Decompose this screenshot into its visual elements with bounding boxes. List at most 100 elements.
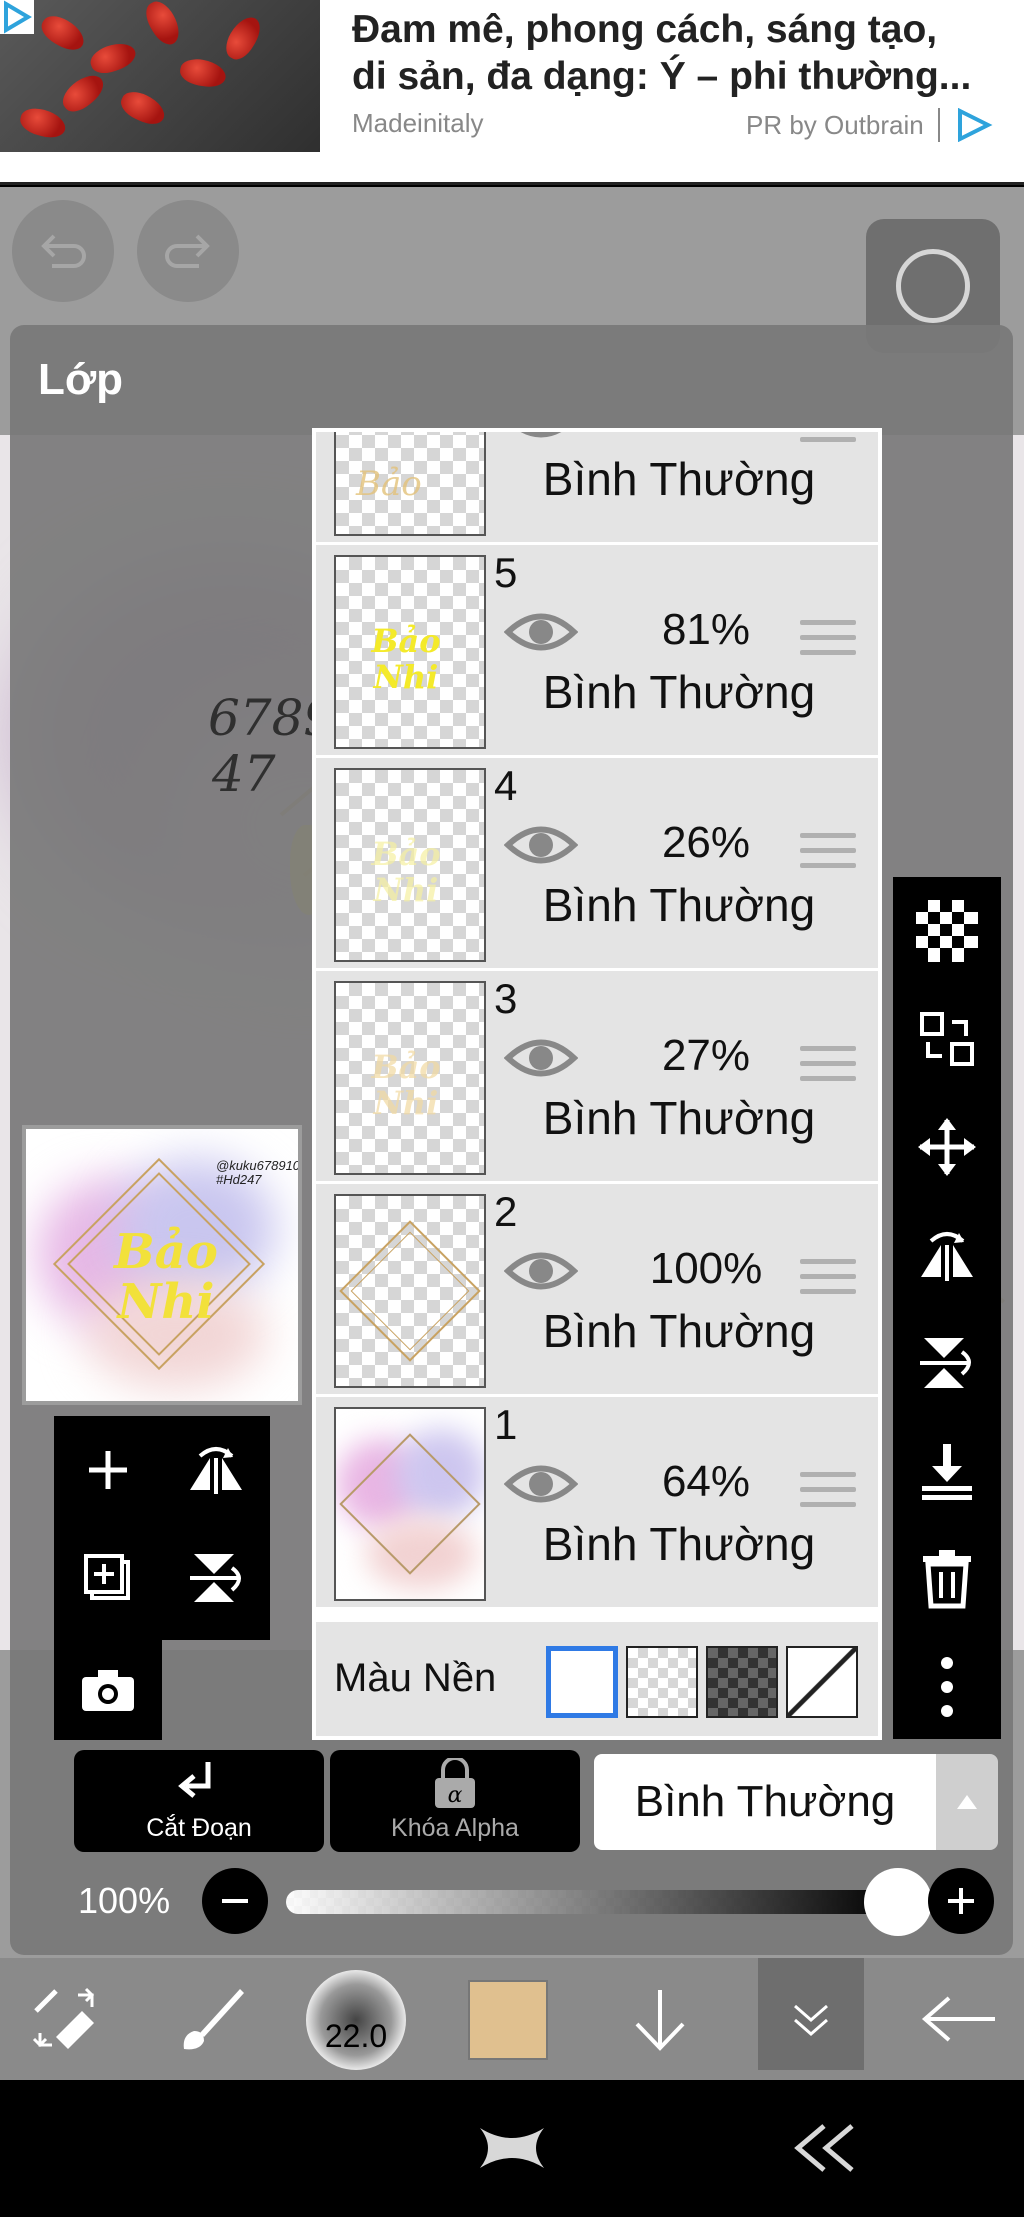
ad-banner[interactable]: Đam mê, phong cách, sáng tạo, di sản, đa… (0, 0, 1024, 185)
scroll-down-button[interactable] (610, 1958, 710, 2080)
layer-row[interactable]: Bảo 63% Bình Thường (316, 428, 878, 545)
menu-icon[interactable] (800, 1259, 856, 1304)
background-label: Màu Nền (334, 1656, 497, 1700)
svg-text:α: α (448, 1783, 463, 1808)
outbrain-icon[interactable] (954, 108, 994, 142)
layer-number: 4 (494, 762, 518, 809)
more-icon (941, 1657, 953, 1717)
layer-thumbnail[interactable]: Bảo (334, 432, 486, 536)
transparency-button[interactable] (893, 877, 1001, 985)
clipping-button[interactable]: Cắt Đoạn (74, 1750, 324, 1852)
transform-icon (920, 1012, 974, 1066)
eye-icon[interactable] (504, 1459, 578, 1509)
bg-none-swatch[interactable] (786, 1646, 858, 1718)
menu-icon[interactable] (800, 1046, 856, 1091)
layer-blend-mode[interactable]: Bình Thường (494, 665, 864, 719)
ad-headline-line1[interactable]: Đam mê, phong cách, sáng tạo, (352, 6, 1012, 53)
layer-blend-mode[interactable]: Bình Thường (494, 1304, 864, 1358)
layer-blend-mode[interactable]: Bình Thường (494, 1091, 864, 1145)
add-layer-button[interactable] (54, 1416, 162, 1524)
layer-number: 5 (494, 549, 518, 596)
add-copy-button[interactable] (54, 1524, 162, 1632)
opacity-slider-handle[interactable] (864, 1868, 932, 1936)
menu-icon[interactable] (800, 833, 856, 878)
eye-icon[interactable] (504, 1246, 578, 1296)
more-options-button[interactable] (893, 1633, 1001, 1741)
flip-layer-h-button[interactable] (162, 1416, 270, 1524)
layer-opacity[interactable]: 100% (606, 1244, 806, 1294)
eye-icon[interactable] (504, 428, 578, 444)
blend-mode-dropdown-button[interactable] (936, 1754, 998, 1850)
undo-button[interactable] (12, 200, 114, 302)
left-tools (54, 1416, 270, 1640)
panel-title: Lớp (38, 355, 124, 404)
double-chevron-left-icon[interactable] (790, 2120, 860, 2176)
layer-row[interactable]: Bảo Nhi 4 26% Bình Thường (316, 758, 878, 971)
right-tools (893, 877, 1001, 1739)
collapse-button[interactable] (758, 1958, 864, 2070)
merge-down-button[interactable] (893, 1417, 1001, 1525)
bg-white-swatch[interactable] (546, 1646, 618, 1718)
menu-icon[interactable] (800, 620, 856, 665)
opacity-slider[interactable] (286, 1890, 898, 1914)
layer-number: 3 (494, 975, 518, 1022)
adchoices-icon[interactable] (0, 0, 34, 34)
layer-blend-mode[interactable]: Bình Thường (494, 452, 864, 506)
lock-icon: α (435, 1758, 475, 1808)
canvas-preview[interactable]: Bảo Nhi @kuku678910 #Hd247 (22, 1125, 302, 1405)
layer-row[interactable]: 1 64% Bình Thường (316, 1397, 878, 1610)
layer-row[interactable]: Bảo Nhi 3 27% Bình Thường (316, 971, 878, 1184)
transform-button[interactable] (893, 985, 1001, 1093)
arrow-down-icon (635, 1990, 685, 2051)
layer-row[interactable]: 2 100% Bình Thường (316, 1184, 878, 1397)
redo-button[interactable] (137, 200, 239, 302)
ad-image[interactable] (0, 0, 320, 152)
opacity-decrease-button[interactable] (202, 1868, 268, 1934)
add-copy-icon (84, 1554, 130, 1600)
blend-mode-select[interactable]: Bình Thường (594, 1754, 936, 1850)
flip-horizontal-button[interactable] (893, 1201, 1001, 1309)
opacity-increase-button[interactable] (928, 1868, 994, 1934)
ad-headline-line2[interactable]: di sản, đa dạng: Ý – phi thường... (352, 53, 1012, 100)
add-layer-icon (89, 1451, 127, 1489)
layer-thumbnail[interactable] (334, 1407, 486, 1601)
layer-row[interactable]: Bảo Nhi 5 81% Bình Thường (316, 545, 878, 758)
layer-thumbnail[interactable]: Bảo Nhi (334, 555, 486, 749)
camera-icon (82, 1670, 134, 1711)
flip-layer-v-button[interactable] (162, 1524, 270, 1632)
camera-button[interactable] (54, 1640, 162, 1740)
back-button[interactable] (906, 1958, 1012, 2080)
flip-h-icon (190, 1447, 242, 1494)
layer-opacity[interactable]: 64% (606, 1457, 806, 1507)
bg-transparent-swatch[interactable] (626, 1646, 698, 1718)
clipping-label: Cắt Đoạn (146, 1814, 252, 1842)
delete-layer-button[interactable] (893, 1525, 1001, 1633)
color-swatch[interactable] (468, 1980, 548, 2060)
layers-list[interactable]: Bảo 63% Bình Thường Bảo Nhi 5 81% Bình T… (312, 428, 882, 1740)
layer-thumbnail[interactable]: Bảo Nhi (334, 981, 486, 1175)
layer-blend-mode[interactable]: Bình Thường (494, 1517, 864, 1571)
layer-opacity[interactable]: 27% (606, 1031, 806, 1081)
layer-opacity[interactable]: 26% (606, 818, 806, 868)
arrow-left-icon (921, 1996, 995, 2042)
layer-blend-mode[interactable]: Bình Thường (494, 878, 864, 932)
bg-dark-swatch[interactable] (706, 1646, 778, 1718)
select-tool-button[interactable] (14, 1958, 114, 2080)
flip-vertical-button[interactable] (893, 1309, 1001, 1417)
eye-icon[interactable] (504, 820, 578, 870)
close-app-icon[interactable] (476, 2118, 548, 2178)
brush-tool-button[interactable] (160, 1958, 260, 2080)
menu-icon[interactable] (800, 432, 856, 452)
layer-thumbnail[interactable] (334, 1194, 486, 1388)
eye-icon[interactable] (504, 1033, 578, 1083)
eye-icon[interactable] (504, 607, 578, 657)
alpha-lock-button[interactable]: α Khóa Alpha (330, 1750, 580, 1852)
background-color-row: Màu Nền (316, 1622, 878, 1736)
trash-icon (923, 1550, 971, 1609)
ad-provider[interactable]: PR by Outbrain (746, 110, 924, 141)
move-button[interactable] (893, 1093, 1001, 1201)
layer-opacity[interactable]: 63% (606, 432, 806, 442)
layer-opacity[interactable]: 81% (606, 605, 806, 655)
menu-icon[interactable] (800, 1472, 856, 1517)
layer-thumbnail[interactable]: Bảo Nhi (334, 768, 486, 962)
